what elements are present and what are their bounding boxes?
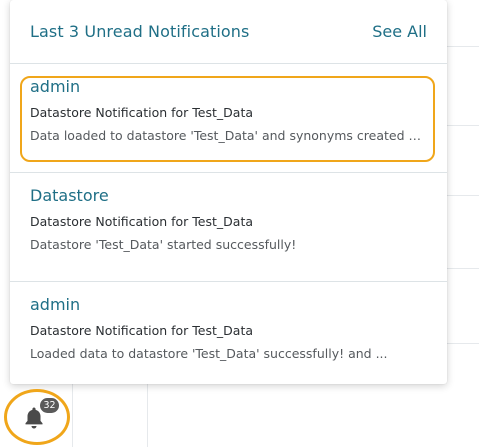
notification-title: Datastore Notification for Test_Data: [30, 105, 254, 120]
notification-title: Datastore Notification for Test_Data: [30, 214, 254, 229]
notifications-header: Last 3 Unread Notifications See All: [10, 0, 447, 64]
notifications-panel: Last 3 Unread Notifications See All admi…: [10, 0, 447, 384]
notification-bell-button[interactable]: 32: [4, 389, 70, 445]
notification-item[interactable]: admin Datastore Notification for Test_Da…: [10, 282, 447, 384]
notification-description: Data loaded to datastore 'Test_Data' and…: [30, 128, 424, 143]
background-divider: [147, 384, 148, 447]
background-divider: [447, 343, 479, 344]
background-divider: [447, 46, 479, 47]
unread-count-badge: 32: [40, 398, 59, 413]
background-divider: [447, 268, 479, 269]
notification-sender: admin: [30, 77, 81, 96]
notification-title: Datastore Notification for Test_Data: [30, 323, 254, 338]
notification-description: Loaded data to datastore 'Test_Data' suc…: [30, 346, 388, 361]
background-divider: [447, 125, 479, 126]
see-all-link[interactable]: See All: [372, 22, 427, 41]
background-divider: [447, 195, 479, 196]
notification-sender: Datastore: [30, 186, 109, 205]
notification-item[interactable]: Datastore Datastore Notification for Tes…: [10, 173, 447, 282]
notification-item[interactable]: admin Datastore Notification for Test_Da…: [10, 64, 447, 173]
notification-sender: admin: [30, 295, 81, 314]
notifications-title: Last 3 Unread Notifications: [30, 22, 250, 41]
background-divider: [72, 384, 73, 447]
notification-description: Datastore 'Test_Data' started successful…: [30, 237, 297, 252]
